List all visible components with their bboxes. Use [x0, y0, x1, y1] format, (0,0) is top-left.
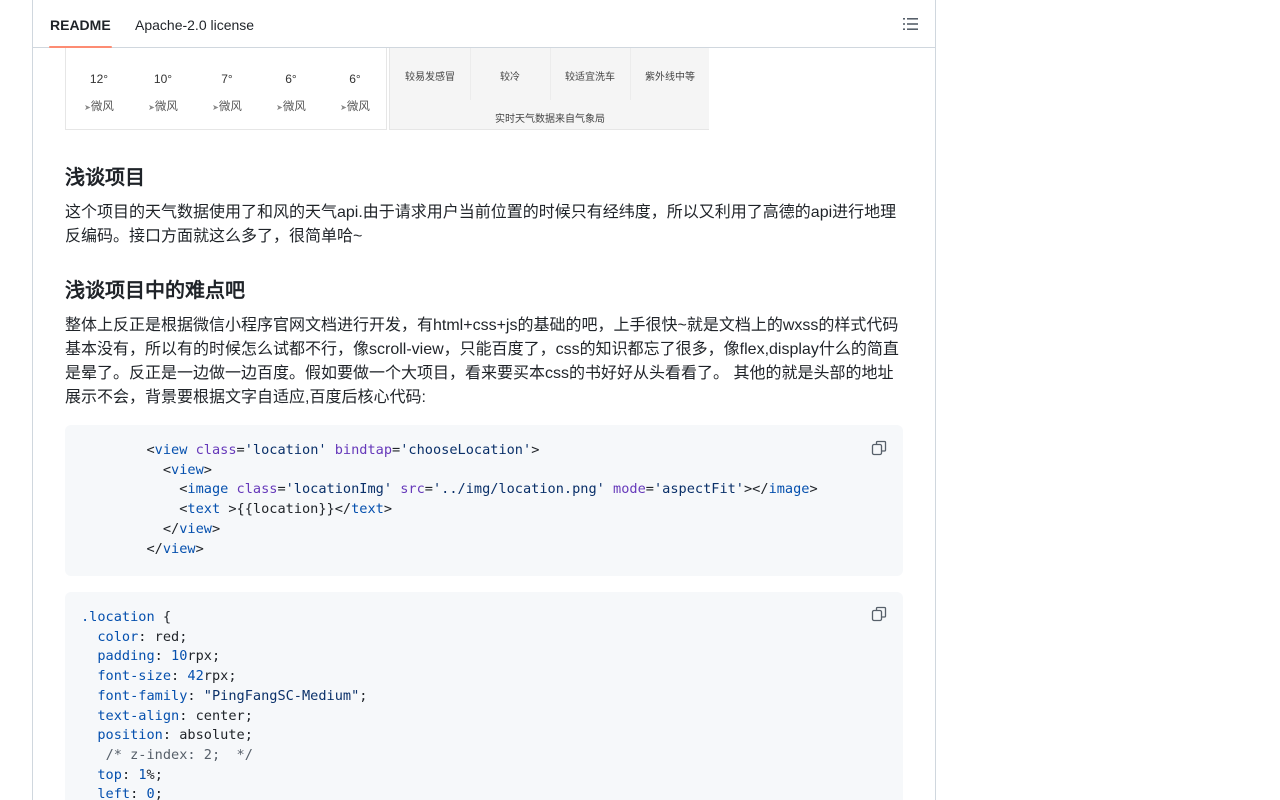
copy-button-wxss[interactable] [865, 600, 893, 628]
index-label: 较冷 [500, 72, 520, 83]
hour-wind: ➤微风 [266, 98, 316, 114]
code-block-wxml: <view class='location' bindtap='chooseLo… [65, 425, 903, 576]
section-heading-project: 浅谈项目 [65, 167, 145, 189]
hour-wind-label: 微风 [282, 101, 306, 113]
outline-button[interactable] [901, 14, 921, 34]
index-label: 较适宜洗车 [565, 72, 615, 83]
hour-wind-label: 微风 [90, 101, 114, 113]
hour-wind-label: 微风 [218, 101, 242, 113]
hour-wind: ➤微风 [74, 98, 124, 114]
copy-icon [871, 440, 887, 456]
wind-arrow-icon: ➤ [148, 103, 155, 112]
wind-arrow-icon: ➤ [276, 103, 283, 112]
copy-button-wxml[interactable] [865, 434, 893, 462]
hour-temp: 6° [285, 72, 297, 86]
index-label: 较易发感冒 [405, 72, 455, 83]
tab-readme[interactable]: README [49, 0, 112, 48]
hour-temp: 6° [349, 72, 361, 86]
hour-wind: ➤微风 [138, 98, 188, 114]
section-paragraph-difficulties: 整体上反正是根据微信小程序官网文档进行开发，有html+css+js的基础的吧，… [65, 317, 899, 406]
list-unordered-icon [903, 18, 918, 30]
code-block-wxss: .location { color: red; padding: 10rpx; … [65, 592, 903, 800]
readme-panel: README Apache-2.0 license 12° ➤微风 10° ➤微… [32, 0, 936, 800]
hour-temp: 10° [153, 72, 173, 86]
wind-arrow-icon: ➤ [84, 103, 91, 112]
copy-icon [871, 606, 887, 622]
tab-license[interactable]: Apache-2.0 license [135, 0, 254, 47]
hour-temp: 12° [89, 72, 109, 86]
wind-arrow-icon: ➤ [340, 103, 347, 112]
section-paragraph-project: 这个项目的天气数据使用了和风的天气api.由于请求用户当前位置的时候只有经纬度，… [65, 204, 897, 245]
section-heading-difficulties: 浅谈项目中的难点吧 [65, 280, 245, 302]
wind-arrow-icon: ➤ [212, 103, 219, 112]
hour-wind-label: 微风 [346, 101, 370, 113]
hour-temp: 7° [221, 72, 233, 86]
readme-tab-bar: README Apache-2.0 license [33, 0, 935, 48]
hour-wind: ➤微风 [330, 98, 380, 114]
hour-wind-label: 微风 [154, 101, 178, 113]
index-label: 紫外线中等 [645, 72, 695, 83]
hour-wind: ➤微风 [202, 98, 252, 114]
data-source-note: 实时天气数据来自气象局 [495, 114, 605, 125]
